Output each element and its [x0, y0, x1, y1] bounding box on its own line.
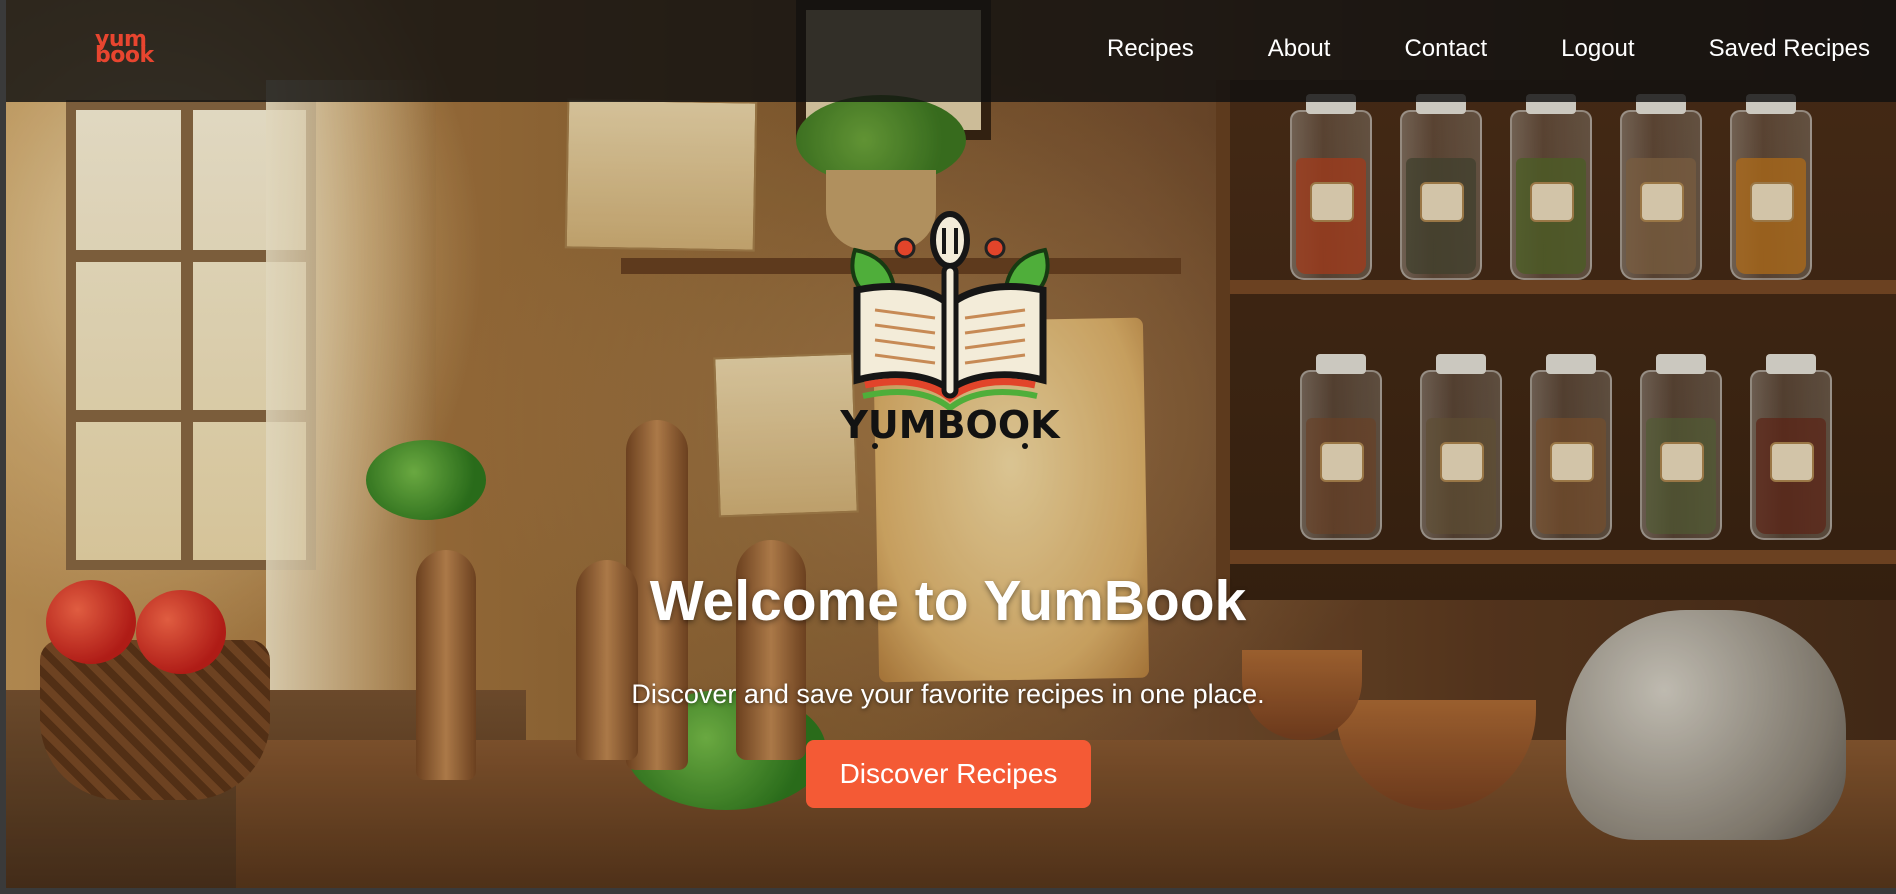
book-spoon-logo-icon: YUMBOOK	[839, 211, 1061, 449]
nav-about[interactable]: About	[1268, 34, 1331, 64]
logo-wordmark: YUMBOOK	[839, 403, 1061, 447]
nav-recipes[interactable]: Recipes	[1107, 34, 1194, 64]
navbar: yum book Recipes About Contact Logout Sa…	[6, 0, 1896, 102]
discover-recipes-button[interactable]: Discover Recipes	[806, 740, 1091, 808]
nav-saved-recipes[interactable]: Saved Recipes	[1709, 34, 1870, 64]
brand-line-2: book	[95, 43, 154, 68]
main-nav: Recipes About Contact Logout Saved Recip…	[1033, 34, 1870, 64]
brand-logo[interactable]: yum book	[95, 29, 155, 68]
nav-contact[interactable]: Contact	[1404, 34, 1487, 64]
hero-title: Welcome to YumBook	[649, 569, 1247, 633]
hero-subtitle: Discover and save your favorite recipes …	[631, 679, 1265, 709]
nav-logout[interactable]: Logout	[1561, 34, 1634, 64]
